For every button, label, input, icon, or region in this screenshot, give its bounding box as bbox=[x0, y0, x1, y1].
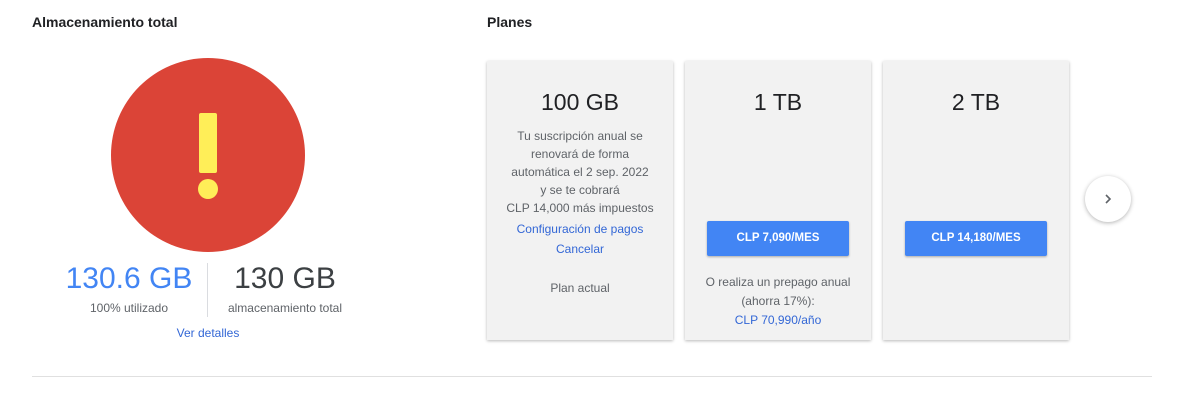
total-storage: 130 GB almacenamiento total bbox=[210, 262, 360, 315]
annual-prepay-link[interactable]: CLP 70,990/año bbox=[693, 311, 863, 330]
used-storage: 130.6 GB 100% utilizado bbox=[60, 262, 198, 315]
usage-divider bbox=[207, 263, 208, 317]
annual-prepay-offer: O realiza un prepago anual (ahorra 17%):… bbox=[693, 273, 863, 330]
section-divider bbox=[32, 376, 1152, 377]
storage-section-title: Almacenamiento total bbox=[32, 14, 178, 30]
plan-description-line: CLP 14,000 más impuestos bbox=[506, 201, 654, 215]
storage-full-alert-icon bbox=[111, 58, 305, 252]
exclamation-bar bbox=[199, 113, 217, 173]
plan-card-1tb: 1 TB CLP 7,090/MES O realiza un prepago … bbox=[685, 61, 871, 340]
plan-renewal-description: Tu suscripción anual se renovará de form… bbox=[495, 127, 665, 217]
total-storage-value: 130 GB bbox=[234, 262, 336, 295]
plan-size: 2 TB bbox=[951, 89, 1001, 115]
payment-settings-link[interactable]: Configuración de pagos bbox=[487, 219, 673, 239]
cancel-plan-link[interactable]: Cancelar bbox=[487, 239, 673, 259]
plan-card-2tb: 2 TB CLP 14,180/MES bbox=[883, 61, 1069, 340]
view-details-link[interactable]: Ver detalles bbox=[148, 326, 268, 340]
plan-description-line: renovará de forma bbox=[530, 147, 630, 161]
exclamation-dot bbox=[198, 179, 218, 199]
plan-description-line: y se te cobrará bbox=[540, 183, 620, 197]
current-plan-label: Plan actual bbox=[550, 281, 610, 295]
plan-description-line: Tu suscripción anual se bbox=[517, 129, 643, 143]
plans-section-title: Planes bbox=[487, 14, 533, 30]
chevron-right-icon bbox=[1105, 194, 1112, 204]
plan-size: 1 TB bbox=[753, 89, 803, 115]
buy-1tb-monthly-button[interactable]: CLP 7,090/MES bbox=[707, 221, 849, 256]
next-plans-button[interactable] bbox=[1085, 176, 1131, 222]
plan-card-100gb: 100 GB Tu suscripción anual se renovará … bbox=[487, 61, 673, 340]
used-storage-value: 130.6 GB bbox=[65, 262, 193, 295]
plan-description-line: automática el 2 sep. 2022 bbox=[511, 165, 649, 179]
prepay-text-line: O realiza un prepago anual bbox=[705, 275, 851, 289]
total-storage-caption: almacenamiento total bbox=[227, 301, 343, 315]
used-storage-caption: 100% utilizado bbox=[89, 301, 169, 315]
prepay-text-line: (ahorra 17%): bbox=[741, 294, 815, 308]
buy-2tb-monthly-button[interactable]: CLP 14,180/MES bbox=[905, 221, 1047, 256]
plan-size: 100 GB bbox=[541, 89, 619, 115]
